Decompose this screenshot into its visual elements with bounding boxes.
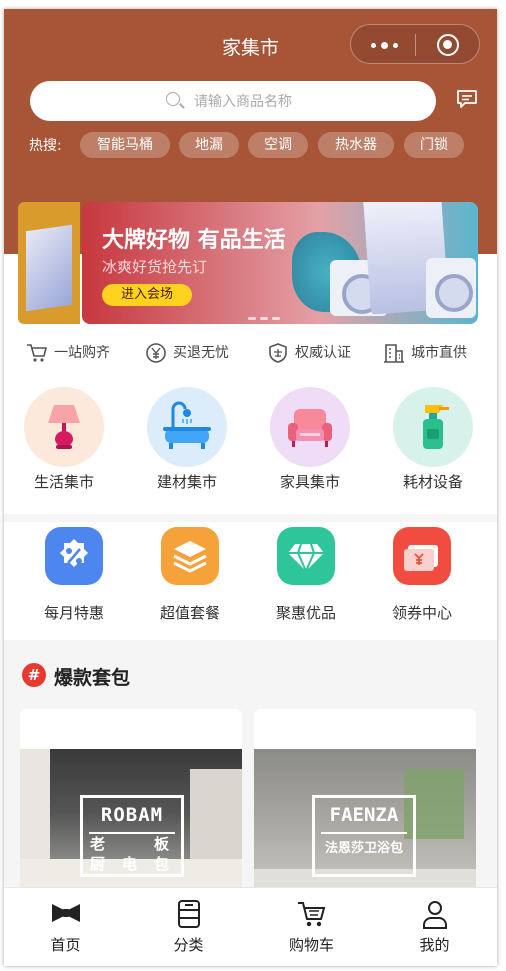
promo-label: 聚惠优品	[275, 604, 336, 622]
hot-tag[interactable]: 地漏	[179, 132, 239, 158]
capsule-divider	[415, 34, 416, 56]
package-card-robam[interactable]: ROBAM 老 板 厨 电 包	[20, 709, 242, 909]
more-dots-icon[interactable]	[371, 42, 399, 49]
cart-outline-icon	[27, 344, 48, 362]
banner-prev-slide[interactable]	[18, 202, 80, 324]
tab-mine[interactable]: 我的	[373, 888, 496, 966]
yen-icon	[146, 343, 166, 363]
category-life-market[interactable]	[24, 387, 104, 467]
bathtub-icon	[163, 401, 211, 449]
category-label: 家具集市	[279, 473, 340, 491]
category-label: 生活集市	[33, 473, 94, 491]
category-label: 耗材设备	[402, 473, 463, 491]
hot-tag[interactable]: 热水器	[318, 132, 394, 158]
hot-search-label: 热搜:	[29, 138, 62, 154]
promo-label: 领券中心	[391, 604, 452, 622]
washer-image	[426, 258, 476, 318]
hot-tag[interactable]: 智能马桶	[80, 132, 170, 158]
search-bar[interactable]: 请输入商品名称	[30, 81, 436, 121]
mini-program-capsule[interactable]	[350, 24, 480, 64]
category-label: 建材集市	[156, 473, 217, 491]
banner-pagination	[248, 317, 288, 320]
search-icon	[166, 92, 180, 106]
banner-title: 大牌好物 有品生活	[102, 228, 286, 253]
sofa-icon	[288, 409, 332, 447]
percent-icon	[60, 539, 88, 567]
hot-tag[interactable]: 门锁	[404, 132, 464, 158]
message-icon[interactable]	[456, 89, 478, 109]
tab-cart[interactable]: 购物车	[250, 888, 373, 966]
monthly-deal-tile[interactable]	[45, 527, 103, 585]
appliance-image	[26, 224, 72, 312]
diamond-icon	[288, 543, 324, 574]
tab-category[interactable]: 分类	[127, 888, 250, 966]
enter-venue-button[interactable]: 进入会场	[102, 284, 192, 306]
hot-section-badge: #	[22, 663, 46, 687]
lamp-icon	[48, 405, 80, 449]
shield-icon	[269, 343, 287, 363]
category-building-market[interactable]	[147, 387, 227, 467]
home-bowtie-icon	[52, 904, 80, 922]
hot-tag[interactable]: 空调	[248, 132, 308, 158]
category-consumables[interactable]	[393, 387, 473, 467]
category-furniture-market[interactable]	[270, 387, 350, 467]
layers-icon	[173, 541, 207, 573]
cart-icon	[298, 902, 326, 927]
tab-home[interactable]: 首页	[4, 888, 127, 966]
search-placeholder: 请输入商品名称	[194, 94, 292, 110]
promo-banner[interactable]: 大牌好物 有品生活 冰爽好货抢先订 进入会场	[18, 202, 478, 324]
package-card-faenza[interactable]: FAENZA 法恩莎卫浴包	[254, 709, 476, 909]
coupon-icon	[404, 545, 438, 571]
coupon-center-tile[interactable]	[393, 527, 451, 585]
user-icon	[423, 901, 447, 929]
value-package-tile[interactable]	[161, 527, 219, 585]
promo-label: 每月特惠	[43, 604, 104, 622]
spray-bottle-icon	[423, 405, 449, 449]
brand-logo: FAENZA	[312, 795, 416, 877]
featured-goods-tile[interactable]	[277, 527, 335, 585]
app-frame: 家集市 请输入商品名称 热搜: 智能马桶 地漏 空调 热水器 门锁 大牌好物 有…	[4, 9, 497, 966]
bottom-tab-bar: 首页 分类 购物车 我的	[4, 887, 497, 966]
close-target-icon[interactable]	[437, 34, 459, 56]
building-icon	[384, 344, 404, 363]
category-icon	[178, 900, 200, 928]
banner-subtitle: 冰爽好货抢先订	[102, 258, 208, 276]
banner-card[interactable]: 大牌好物 有品生活 冰爽好货抢先订 进入会场	[82, 202, 478, 324]
promo-label: 超值套餐	[159, 604, 220, 622]
section-title: 爆款套包	[54, 667, 131, 689]
